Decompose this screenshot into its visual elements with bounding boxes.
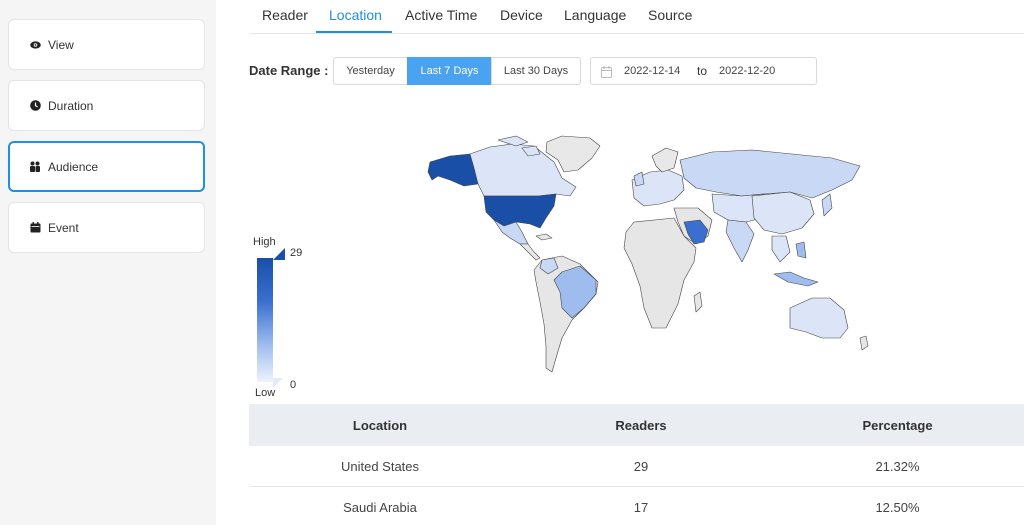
map-legend: High 29 0 Low [253, 236, 313, 401]
sidebar-item-audience[interactable]: Audience [8, 141, 205, 192]
map-region-china [751, 191, 815, 235]
cell-readers: 17 [633, 499, 649, 515]
sidebar-item-label: Duration [48, 98, 94, 113]
cell-location: United States [340, 458, 420, 474]
calendar-icon [29, 222, 41, 234]
map-region-caribbean [535, 233, 553, 241]
table-row: Saudi Arabia 17 12.50% [249, 487, 1024, 525]
map-region-new-zealand [859, 335, 869, 351]
map-region-australia [789, 297, 849, 339]
cell-percentage: 21.32% [875, 458, 920, 474]
sidebar-item-label: Event [48, 220, 79, 235]
active-tab-indicator [316, 31, 392, 33]
end-date-input[interactable]: 2022-12-20 [719, 65, 775, 77]
map-region-central-america [519, 243, 541, 261]
tab-reader[interactable]: Reader [262, 7, 308, 23]
tab-device[interactable]: Device [500, 7, 543, 23]
map-region-uk [633, 171, 645, 187]
sidebar: View Duration Audience Event [0, 0, 216, 525]
table-header: Location Readers Percentage [249, 404, 1024, 446]
date-range-picker[interactable]: 2022-12-14 to 2022-12-20 [590, 57, 817, 85]
tab-source[interactable]: Source [648, 7, 692, 23]
legend-max-value: 29 [290, 247, 303, 259]
people-icon [29, 161, 41, 173]
map-region-india [725, 219, 755, 263]
cell-location: Saudi Arabia [343, 499, 417, 515]
sidebar-item-duration[interactable]: Duration [8, 80, 205, 131]
column-header-percentage: Percentage [862, 417, 933, 433]
legend-min-value: 0 [290, 379, 297, 391]
column-header-readers: Readers [615, 417, 667, 433]
clock-icon [29, 100, 41, 112]
map-region-mexico [493, 219, 529, 245]
legend-gradient-bar [257, 258, 273, 382]
tab-language[interactable]: Language [564, 7, 626, 23]
cell-percentage: 12.50% [875, 499, 920, 515]
world-map [412, 132, 882, 377]
main-panel: Reader Location Active Time Device Langu… [216, 0, 1024, 525]
sidebar-item-label: View [48, 37, 74, 52]
map-region-indonesia [773, 271, 819, 287]
eye-icon [29, 39, 41, 51]
map-region-usa [483, 193, 557, 229]
map-region-alaska [427, 153, 479, 187]
tab-active-time[interactable]: Active Time [405, 7, 477, 23]
sidebar-item-view[interactable]: View [8, 19, 205, 70]
sidebar-item-label: Audience [48, 159, 99, 174]
legend-low-label: Low [255, 387, 276, 399]
calendar-icon [601, 65, 612, 83]
legend-high-label: High [253, 236, 276, 248]
table-row: United States 29 21.32% [249, 446, 1024, 487]
map-region-philippines [795, 241, 807, 259]
legend-max-handle-icon[interactable] [273, 248, 285, 260]
range-last-7-days-button[interactable]: Last 7 Days [407, 57, 492, 85]
date-range-label: Date Range : [249, 63, 329, 78]
sidebar-item-event[interactable]: Event [8, 202, 205, 253]
map-region-japan [821, 193, 833, 217]
map-region-madagascar [693, 291, 703, 313]
location-table: Location Readers Percentage United State… [249, 404, 1024, 525]
range-yesterday-button[interactable]: Yesterday [333, 57, 408, 85]
map-region-southeast-asia [771, 235, 791, 263]
map-region-scandinavia [651, 147, 679, 173]
start-date-input[interactable]: 2022-12-14 [624, 65, 680, 77]
cell-readers: 29 [633, 458, 649, 474]
range-last-30-days-button[interactable]: Last 30 Days [491, 57, 581, 85]
tab-bar: Reader Location Active Time Device Langu… [250, 0, 1024, 34]
tab-location[interactable]: Location [329, 7, 382, 23]
column-header-location: Location [352, 417, 408, 433]
map-region-russia [679, 149, 861, 199]
date-separator: to [697, 64, 708, 78]
